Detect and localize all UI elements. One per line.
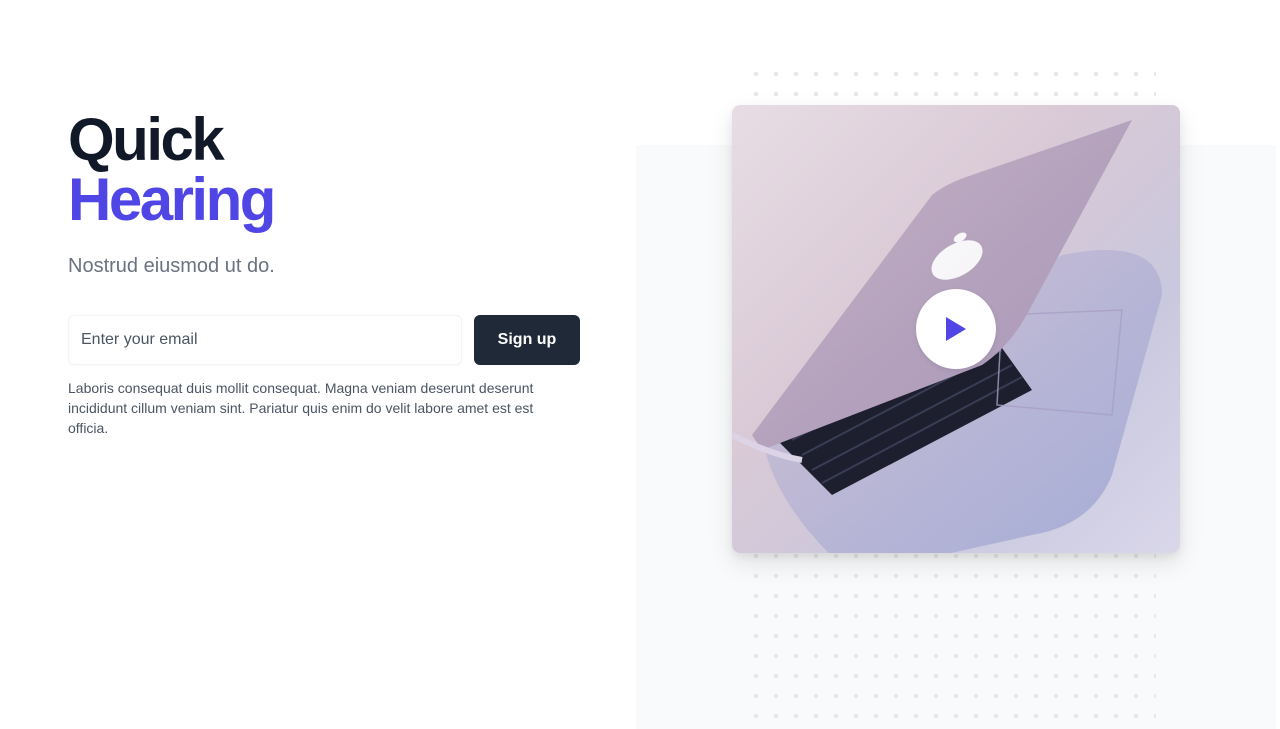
page: Quick Hearing Nostrud eiusmod ut do. Sig… (0, 0, 1280, 729)
play-button[interactable] (916, 289, 996, 369)
email-input[interactable] (68, 315, 462, 365)
hero-title-line1: Quick (68, 106, 225, 173)
dot-pattern-top (746, 64, 1156, 104)
dot-pattern-bottom (746, 546, 1156, 726)
signup-button[interactable]: Sign up (474, 315, 580, 365)
hero-title: Quick Hearing (68, 110, 580, 230)
hero-subtitle: Nostrud eiusmod ut do. (68, 255, 275, 277)
play-icon (946, 317, 966, 341)
hero-title-line2: Hearing (68, 166, 276, 233)
signup-form: Sign up (68, 315, 580, 365)
hero-section: Quick Hearing Nostrud eiusmod ut do. Sig… (68, 110, 580, 438)
video-thumbnail[interactable] (732, 105, 1180, 553)
disclaimer-text: Laboris consequat duis mollit consequat.… (68, 380, 534, 436)
